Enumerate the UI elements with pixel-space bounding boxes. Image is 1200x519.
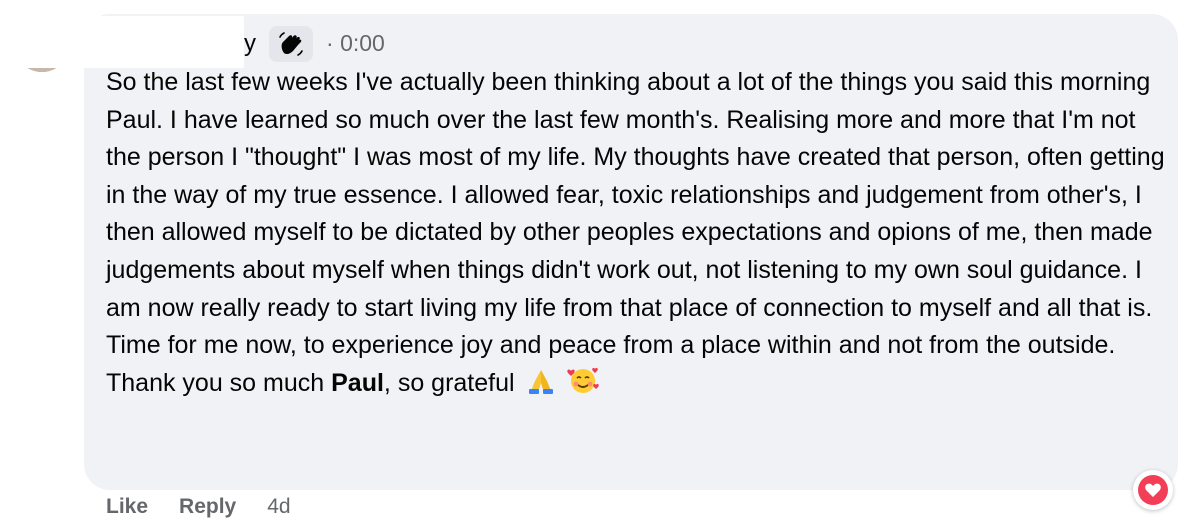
comment-text: So the last few weeks I've actually been… — [106, 64, 1171, 406]
folded-hands-icon — [526, 367, 556, 407]
comment-thanks-line: Thank you so much Paul, so grateful — [106, 365, 1171, 407]
comment-meta: · 0:00 — [326, 30, 385, 57]
comment-actions: Like Reply 4d — [106, 495, 322, 519]
heart-icon — [1138, 475, 1168, 505]
comment-paragraph: So the last few weeks I've actually been… — [106, 68, 1165, 360]
mention-paul[interactable]: Paul — [331, 369, 384, 397]
like-button[interactable]: Like — [106, 495, 148, 519]
redacted-author-name[interactable] — [12, 16, 244, 68]
smiling-face-with-hearts-icon — [566, 365, 600, 407]
author-name-tail[interactable]: y — [244, 30, 256, 58]
comment-timestamp[interactable]: 0:00 — [340, 30, 385, 56]
comment-age[interactable]: 4d — [267, 495, 290, 519]
reaction-summary[interactable] — [1133, 470, 1173, 510]
waving-hand-icon[interactable] — [269, 26, 313, 62]
meta-separator: · — [326, 30, 334, 56]
reply-button[interactable]: Reply — [179, 495, 236, 519]
thanks-prefix: Thank you so much — [106, 368, 332, 397]
thanks-suffix: , so grateful — [383, 368, 515, 397]
